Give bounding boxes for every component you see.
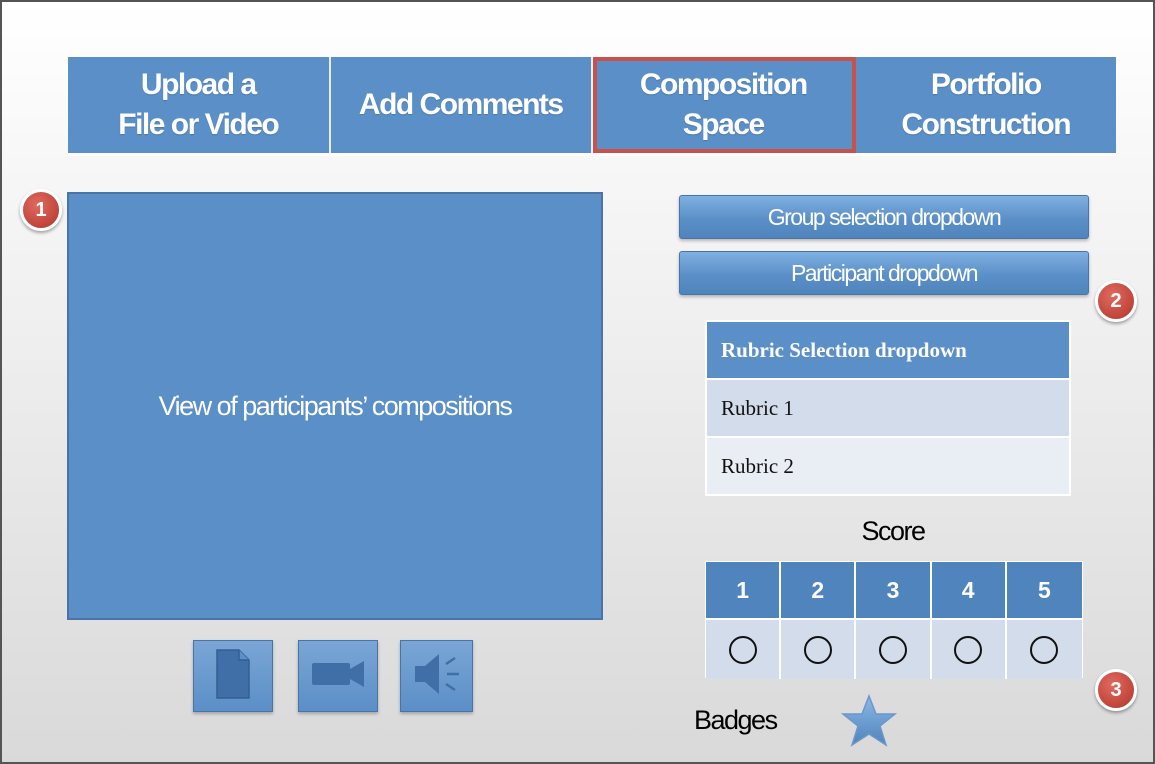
score-radio-cell[interactable] bbox=[856, 620, 932, 679]
score-radio-cell[interactable] bbox=[931, 620, 1007, 679]
score-radio-3[interactable] bbox=[878, 635, 907, 664]
score-radio-cell[interactable] bbox=[1006, 620, 1082, 679]
tab-label: Portfolio Construction bbox=[901, 68, 1071, 141]
star-icon[interactable] bbox=[840, 693, 898, 749]
composition-space-mockup: Upload a File or Video Add Comments Comp… bbox=[0, 0, 1155, 764]
video-button[interactable] bbox=[298, 640, 378, 712]
callout-marker-3: 3 bbox=[1095, 669, 1137, 711]
speaker-icon bbox=[411, 650, 463, 703]
score-value: 1 bbox=[706, 562, 782, 620]
tab-label: Add Comments bbox=[358, 88, 564, 121]
rubric-option[interactable]: Rubric 1 bbox=[707, 378, 1069, 436]
main-tabs: Upload a File or Video Add Comments Comp… bbox=[68, 57, 1116, 156]
document-icon bbox=[213, 648, 253, 705]
score-value: 3 bbox=[856, 562, 932, 620]
tab-label: Composition Space bbox=[639, 68, 808, 141]
callout-marker-2: 2 bbox=[1095, 280, 1137, 322]
participant-dropdown[interactable]: Participant dropdown bbox=[679, 251, 1089, 295]
tab-composition-space[interactable]: Composition Space bbox=[593, 57, 856, 153]
document-button[interactable] bbox=[193, 640, 273, 712]
score-radio-5[interactable] bbox=[1030, 635, 1059, 664]
dropdown-label: Group selection dropdown bbox=[767, 203, 1002, 230]
score-value: 2 bbox=[781, 562, 857, 620]
tab-label: Upload a File or Video bbox=[118, 68, 280, 141]
dropdown-label: Participant dropdown bbox=[790, 259, 979, 286]
rubric-selection-dropdown: Rubric Selection dropdown Rubric 1 Rubri… bbox=[705, 320, 1071, 496]
group-selection-dropdown[interactable]: Group selection dropdown bbox=[679, 195, 1089, 239]
tab-add-comments[interactable]: Add Comments bbox=[330, 57, 593, 153]
score-title: Score bbox=[861, 516, 926, 546]
viewer-label: View of participants’ compositions bbox=[158, 390, 513, 421]
video-camera-icon bbox=[310, 657, 366, 696]
score-radio-1[interactable] bbox=[728, 635, 757, 664]
score-radio-4[interactable] bbox=[954, 635, 983, 664]
tab-portfolio-construction[interactable]: Portfolio Construction bbox=[855, 57, 1116, 153]
score-table: 1 2 3 4 5 bbox=[705, 561, 1083, 679]
callout-marker-1: 1 bbox=[20, 189, 62, 231]
score-radio-cell[interactable] bbox=[781, 620, 857, 679]
score-radio-2[interactable] bbox=[803, 635, 832, 664]
audio-button[interactable] bbox=[400, 640, 473, 712]
compositions-viewer[interactable]: View of participants’ compositions bbox=[67, 192, 603, 620]
score-radio-cell[interactable] bbox=[706, 620, 782, 679]
tab-upload-file-or-video[interactable]: Upload a File or Video bbox=[68, 57, 331, 153]
badges-label: Badges bbox=[694, 705, 778, 735]
rubric-header[interactable]: Rubric Selection dropdown bbox=[707, 322, 1069, 378]
score-value: 5 bbox=[1006, 562, 1082, 620]
score-value: 4 bbox=[931, 562, 1007, 620]
rubric-option[interactable]: Rubric 2 bbox=[707, 436, 1069, 494]
